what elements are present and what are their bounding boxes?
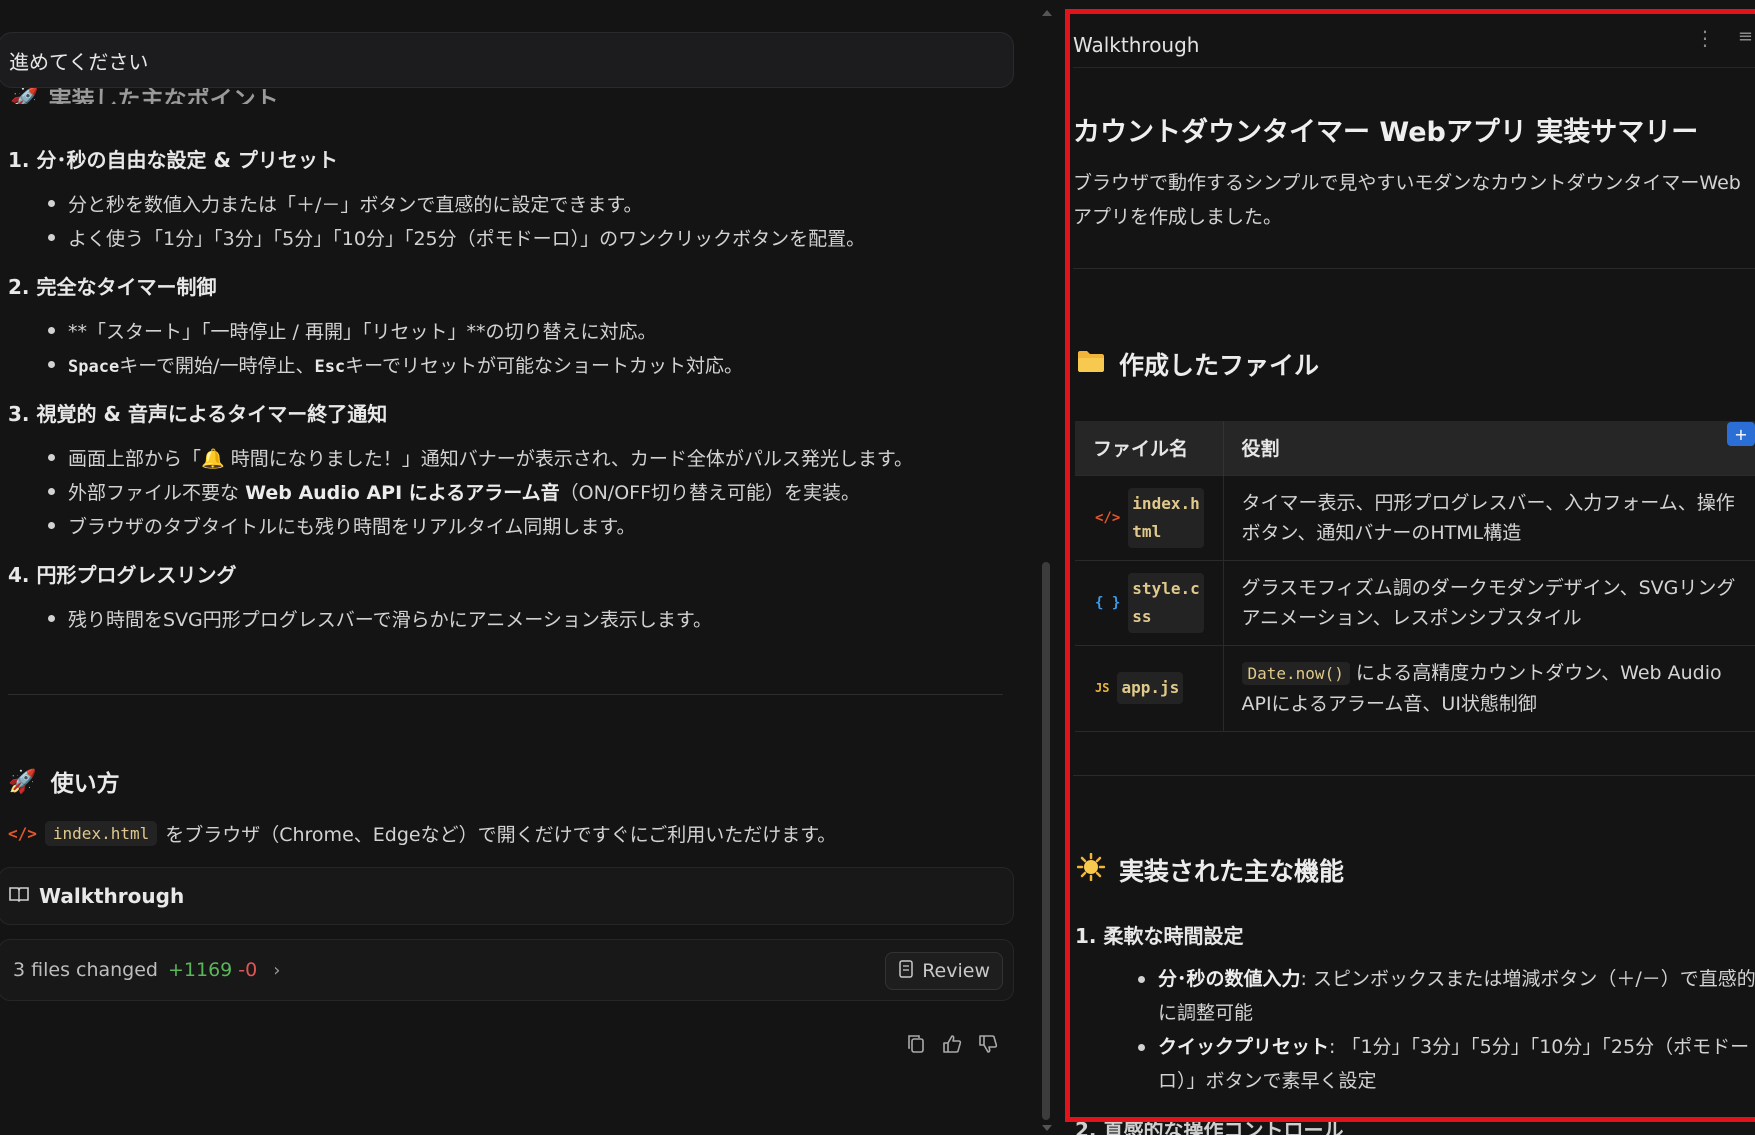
list-item: クイックプリセット: 「1分」「3分」「5分」「10分」「25分（ポモドーロ）」… [1138,1030,1755,1098]
user-prompt-text: 進めてください [9,49,149,74]
table-row: JS app.js Date.now() による高精度カウントダウン、Web A… [1075,644,1755,731]
file-link-index-html[interactable]: index.html [44,821,158,846]
document-intro: ブラウザで動作するシンプルで見やすいモダンなカウントダウンタイマーWebアプリを… [1073,172,1741,228]
files-changed-text: 3 files changed [13,959,158,981]
review-icon [898,959,914,983]
point-heading-3: 3. 視覚的 & 音声によるタイマー終了通知 [8,402,388,426]
chat-scrollbar[interactable] [1035,0,1061,1135]
document-title: カウントダウンタイマー Webアプリ 実装サマリー [1073,117,1699,148]
chevron-right-icon[interactable]: › [273,960,280,981]
review-button[interactable]: Review [885,952,1003,990]
css-file-icon: { } [1095,594,1121,611]
feedback-actions [905,1033,999,1055]
list-item: Spaceキーで開始/一時停止、Escキーでリセットが可能なショートカット対応。 [47,351,743,378]
review-label: Review [922,960,990,982]
html-file-icon: </> [8,824,37,843]
rocket-icon: 🚀 [8,768,37,795]
table-cell: </> index.h tml [1075,474,1224,560]
divider [1073,268,1755,269]
list-item: ブラウザのタブタイトルにも残り時間をリアルタイム同期します。 [48,512,636,539]
scroll-up-arrow[interactable] [1042,10,1052,16]
scroll-down-arrow[interactable] [1042,1125,1052,1131]
thumbs-down-icon[interactable] [977,1033,999,1055]
table-cell: { } style.c ss [1075,559,1224,645]
copy-icon[interactable] [905,1033,927,1055]
html-file-icon: </> [1095,509,1121,526]
key-esc: Esc [314,357,346,377]
panel-header: Walkthrough [1073,22,1755,68]
usage-text: </> index.html をブラウザ（Chrome、Edgeなど）で開くだけ… [8,820,836,847]
table-header: 役割 [1223,421,1755,475]
chat-pane: 🚀 実装した主なポイント 進めてください 1. 分･秒の自由な設定 & プリセット… [0,0,1035,1135]
walkthrough-artifact-card[interactable]: Walkthrough [0,867,1014,925]
list-item: よく使う「1分」「3分」「5分」「10分」「25分（ポモドーロ）」のワンクリック… [47,224,865,251]
list-item: **「スタート」「一時停止 / 再開」「リセット」**の切り替えに対応。 [47,317,656,344]
file-link-app-js[interactable]: app.js [1117,672,1184,704]
key-space: Space [68,357,120,377]
walkthrough-panel: Walkthrough ⋮ ≡ カウントダウンタイマー Webアプリ 実装サマリ… [1061,0,1755,1135]
thumbs-up-icon[interactable] [941,1033,963,1055]
files-changed-card[interactable]: 3 files changed +1169 -0 › Review [0,939,1014,1001]
list-item: 分と秒を数値入力または「＋/－」ボタンで直感的に設定できます。 [48,190,643,217]
additions-count: +1169 [168,959,233,981]
kebab-menu-icon[interactable]: ⋮ [1695,26,1715,50]
table-row: { } style.c ss グラスモフィズム調のダークモダンデザイン、SVGリン… [1075,559,1755,645]
table-cell: タイマー表示、円形プログレスバー、入力フォーム、操作ボタン、通知バナーのHTML… [1223,474,1755,560]
files-heading: 作成したファイル [1077,346,1319,382]
divider [1073,775,1755,776]
point-heading-2: 2. 完全なタイマー制御 [8,275,217,299]
sparkle-icon [1076,852,1106,887]
feature-heading-1: 1. 柔軟な時間設定 [1075,924,1244,948]
file-link-index-html[interactable]: index.html [1128,487,1204,548]
folder-icon [1077,349,1105,379]
table-row: </> index.h tml タイマー表示、円形プログレスバー、入力フォーム、操… [1075,474,1755,560]
table-header: ファイル名 [1075,421,1224,475]
divider [8,694,1003,695]
table-cell: グラスモフィズム調のダークモダンデザイン、SVGリングアニメーション、レスポンシ… [1223,559,1755,645]
list-item: 外部ファイル不要な Web Audio API によるアラーム音（ON/OFF切… [47,478,860,505]
table-cell: Date.now() による高精度カウントダウン、Web Audio APIによ… [1223,644,1755,731]
user-prompt-bubble: 進めてください [0,32,1014,88]
point-heading-4: 4. 円形プログレスリング [8,563,237,587]
usage-heading: 🚀 使い方 [8,768,120,798]
panel-title: Walkthrough [1073,32,1200,57]
files-table: ファイル名 役割 </> index.h tml タイマー表示、円形プログレスバー… [1075,421,1755,732]
rocket-icon: 🚀 [10,87,39,104]
feature-heading-2: 2. 直感的な操作コントロール [1075,1118,1344,1135]
point-heading-1: 1. 分･秒の自由な設定 & プリセット [8,148,338,172]
book-icon [9,884,29,908]
js-file-icon: JS [1095,681,1110,695]
inline-code: Date.now() [1241,661,1350,685]
file-link-style-css[interactable]: style.c ss [1128,572,1204,633]
list-item: 画面上部から「🔔 時間になりました！」通知バナーが表示され、カード全体がパルス発… [48,444,913,471]
table-cell: JS app.js [1075,644,1224,731]
deletions-count: -0 [238,959,258,981]
add-comment-icon[interactable]: + [1727,422,1755,446]
list-item: 残り時間をSVG円形プログレスバーで滑らかにアニメーション表示します。 [48,605,712,632]
features-heading: 実装された主な機能 [1076,852,1344,888]
scrollbar-thumb[interactable] [1042,562,1050,1120]
outline-icon[interactable]: ≡ [1738,26,1753,47]
list-item: 分･秒の数値入力: スピンボックスまたは増減ボタン（＋/－）で直感的に調整可能 [1138,962,1755,1030]
walkthrough-card-label: Walkthrough [39,884,185,908]
